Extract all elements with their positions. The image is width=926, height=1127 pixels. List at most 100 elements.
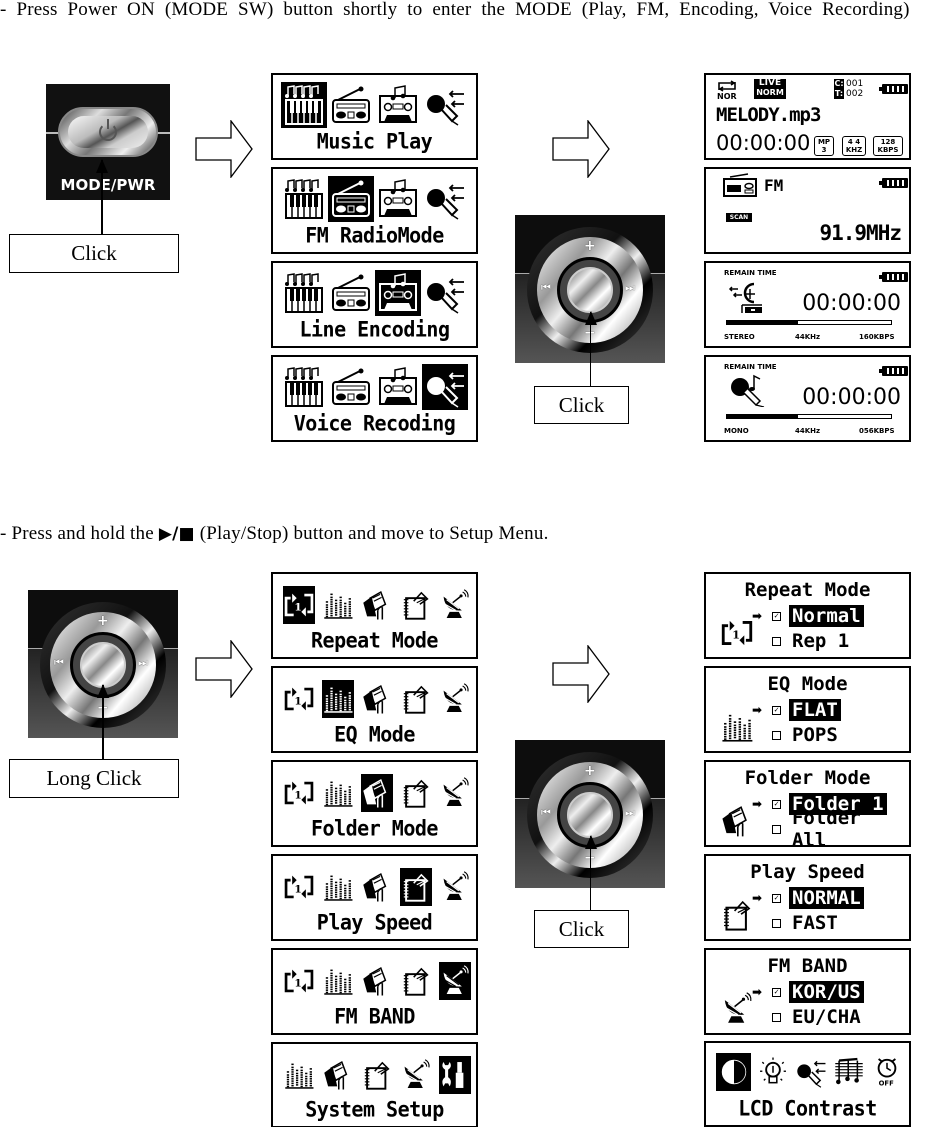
repeat-icon: 1 <box>720 616 754 650</box>
bitrate-tag: 128 KBPS <box>873 136 903 156</box>
satellite-dish-icon <box>439 868 471 906</box>
option-item[interactable]: ➡ ✓ FLAT <box>752 698 841 722</box>
checkbox-checked-icon[interactable]: ✓ <box>772 611 781 621</box>
elapsed-time: 00:00:00 <box>716 131 811 155</box>
microphone-icon <box>422 270 468 316</box>
callout-click-wheel: Click <box>534 910 629 948</box>
checkbox-checked-icon[interactable]: ✓ <box>772 799 781 809</box>
play-stop-center-button[interactable] <box>567 267 613 313</box>
track-filename: MELODY.mp3 <box>716 104 821 126</box>
equalizer-icon <box>322 586 354 624</box>
callout-leader-line <box>590 312 591 387</box>
option-item[interactable]: POPS <box>772 723 841 747</box>
checkbox-checked-icon[interactable]: ✓ <box>772 705 781 715</box>
arrow-right-icon: ➡ <box>752 891 763 905</box>
piano-icon <box>281 176 327 222</box>
svg-text:1: 1 <box>732 628 740 642</box>
play-stop-center-button[interactable] <box>567 792 613 838</box>
next-icon: ⏭ <box>625 806 635 819</box>
satellite-dish-icon <box>439 774 471 812</box>
option-item[interactable]: ➡ ✓ NORMAL <box>752 886 864 910</box>
total-tracks: 002 <box>846 89 864 99</box>
option-item[interactable]: FAST <box>772 911 841 935</box>
play-stop-center-button[interactable] <box>80 642 126 688</box>
option-label: FAST <box>792 912 838 934</box>
satellite-dish-icon <box>439 586 471 624</box>
option-label: EU/CHA <box>792 1006 861 1028</box>
bitrate: 160KBPS <box>859 333 895 341</box>
setup-menu-screen: 1 Repeat Mode <box>271 572 478 659</box>
checkbox-icon[interactable] <box>772 1012 781 1022</box>
checkbox-icon[interactable] <box>772 636 781 646</box>
option-label: Rep 1 <box>792 630 850 652</box>
folder-icon <box>361 962 393 1000</box>
notebook-icon <box>400 774 432 812</box>
option-label: NORMAL <box>789 887 864 909</box>
backlight-bulb-icon <box>757 1053 789 1091</box>
svg-text:1: 1 <box>294 882 301 895</box>
scan-badge: SCAN <box>726 213 752 222</box>
fm-frequency: 91.9MHz <box>819 221 902 245</box>
volume-up-icon: + <box>97 613 109 629</box>
option-label: Normal <box>789 605 864 627</box>
channel-mode: STEREO <box>724 333 755 341</box>
fm-label: FM <box>764 176 784 195</box>
checkbox-checked-icon[interactable]: ✓ <box>772 893 781 903</box>
mode-menu-label: Voice Recoding <box>293 410 456 436</box>
cassette-icon <box>375 176 421 222</box>
repeat-icon: 1 <box>283 868 315 906</box>
battery-icon <box>879 178 908 188</box>
arrow-right-icon: ➡ <box>752 985 763 999</box>
equalizer-icon <box>322 680 354 718</box>
option-title: EQ Mode <box>767 673 848 695</box>
callout-leader-line <box>102 685 104 761</box>
satellite-dish-icon <box>400 1056 432 1094</box>
remaining-time: 00:00:00 <box>802 385 901 410</box>
option-title: Repeat Mode <box>744 579 871 601</box>
repeat-normal-icon <box>718 80 736 92</box>
callout-long-click: Long Click <box>9 759 179 798</box>
option-item[interactable]: Folder All <box>772 807 909 845</box>
option-screen: EQ Mode ➡ ✓ FLAT POPS <box>704 666 911 753</box>
voice-recording-screen: REMAIN TIME 00:00:00 MONO 44KHz 056KBPS <box>704 355 911 442</box>
cassette-icon <box>375 270 421 316</box>
option-title: Play Speed <box>750 861 865 883</box>
music-play-screen: NOR LIVE NORM C: T: 001 002 MELODY.mp3 00… <box>704 73 911 160</box>
folder-icon <box>361 868 393 906</box>
folder-icon <box>322 1056 354 1094</box>
flow-arrow-icon <box>195 640 253 698</box>
setup-menu-screen: 1 Play Speed <box>271 854 478 941</box>
play-stop-symbol: ▶/■ <box>158 524 195 544</box>
checkbox-icon[interactable] <box>772 918 781 928</box>
option-title: FM BAND <box>767 955 848 977</box>
microphone-icon <box>422 364 468 410</box>
option-item[interactable]: ➡ ✓ KOR/US <box>752 980 864 1004</box>
mode-power-label: MODE/PWR <box>60 176 156 194</box>
remain-time-label: REMAIN TIME <box>724 269 777 277</box>
option-item[interactable]: EU/CHA <box>772 1005 864 1029</box>
option-label: KOR/US <box>789 981 864 1003</box>
option-screen: Play Speed ➡ ✓ NORMAL FAST <box>704 854 911 941</box>
svg-text:1: 1 <box>294 694 301 707</box>
callout-click-wheel: Click <box>534 386 629 424</box>
option-item[interactable]: ➡ ✓ Normal <box>752 604 864 628</box>
option-item[interactable]: Rep 1 <box>772 629 852 653</box>
arrow-right-icon: ➡ <box>752 609 763 623</box>
contrast-icon <box>716 1053 751 1091</box>
svg-text:1: 1 <box>294 788 301 801</box>
repeat-icon: 1 <box>283 774 315 812</box>
radio-icon <box>328 82 374 128</box>
satellite-dish-icon <box>720 992 754 1026</box>
repeat-icon: 1 <box>283 680 315 718</box>
checkbox-checked-icon[interactable]: ✓ <box>772 987 781 997</box>
checkbox-icon[interactable] <box>772 730 781 740</box>
previous-icon: ⏮ <box>541 806 551 819</box>
notebook-icon <box>400 962 432 1000</box>
mode-power-button[interactable]: MODE/PWR <box>46 84 170 200</box>
checkbox-icon[interactable] <box>772 824 781 834</box>
setup-menu-screen: 1 EQ Mode <box>271 666 478 753</box>
bitrate: 056KBPS <box>859 427 895 435</box>
volume-up-icon: + <box>584 238 596 254</box>
setup-menu-label: FM BAND <box>334 1003 415 1029</box>
equalizer-icon <box>322 962 354 1000</box>
